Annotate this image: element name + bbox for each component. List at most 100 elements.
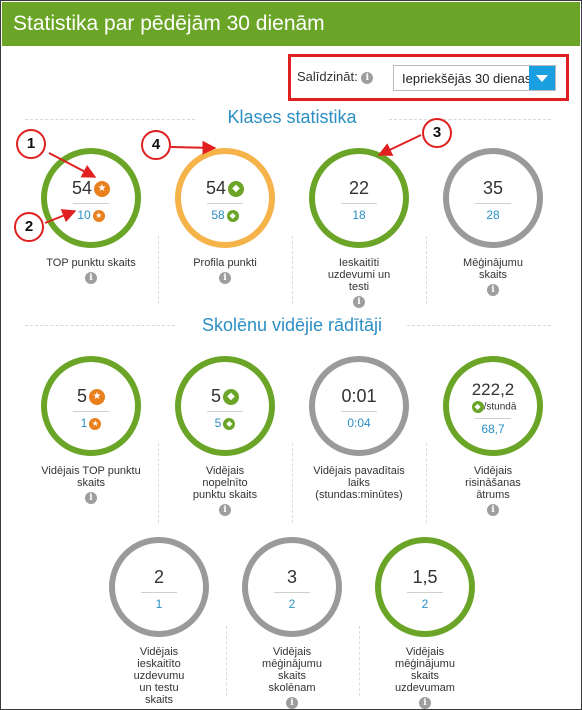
info-icon[interactable]: i — [219, 272, 231, 284]
divider — [407, 592, 443, 593]
divider — [389, 119, 551, 120]
stat-avg-solving-speed: 222,2 ◆/stundā 68,7 Vidējais risināšanas… — [433, 356, 553, 516]
gem-icon: ◆ — [223, 417, 236, 430]
stat-profile-points: 54 ◆ 58 ◆ Profila punkti i — [165, 148, 285, 284]
stat-value: 2 — [153, 567, 164, 587]
stat-unit: /stundā — [483, 401, 517, 413]
stat-compare-value: 10 — [77, 208, 91, 222]
stat-ring: 22 18 — [309, 148, 409, 248]
stat-ring: 2 1 — [109, 537, 209, 637]
stat-value: 1,5 — [412, 567, 438, 587]
compare-period-select[interactable]: Iepriekšējās 30 dienas — [393, 65, 556, 91]
stat-compare-value: 2 — [288, 597, 296, 611]
stat-label: Mēģinājumu skaits — [463, 257, 523, 281]
callout-4: 4 — [141, 130, 171, 160]
stat-avg-attempts-per-task: 1,5 2 Vidējais mēģinājumu skaits uzdevum… — [365, 537, 485, 709]
divider — [292, 236, 293, 304]
info-icon[interactable]: i — [419, 697, 431, 709]
gem-icon: ◆ — [223, 389, 239, 406]
stat-label: Profila punkti — [193, 257, 257, 269]
stat-compare-value: 68,7 — [481, 422, 505, 436]
stat-value: 5 — [210, 386, 221, 406]
stat-value: 5 — [76, 386, 87, 406]
divider — [426, 443, 427, 523]
stat-completed-tasks: 22 18 Ieskaitīti uzdevumi un testi i — [299, 148, 419, 308]
stat-compare-value: 0:04 — [347, 416, 371, 430]
info-icon[interactable]: i — [487, 284, 499, 296]
divider — [207, 411, 243, 412]
star-icon: ★ — [94, 181, 111, 198]
compare-period-value: Iepriekšējās 30 dienas — [402, 71, 532, 86]
stat-label: Vidējais pavadītais laiks (stundas:minūt… — [313, 465, 405, 501]
divider — [359, 626, 360, 696]
divider — [226, 626, 227, 696]
panel-header: Statistika par pēdējām 30 dienām — [2, 2, 580, 46]
chevron-down-icon[interactable] — [529, 66, 555, 90]
stat-label: Vidējais TOP punktu skaits — [41, 465, 141, 489]
stat-compare-value: 28 — [486, 208, 500, 222]
star-icon: ★ — [89, 417, 102, 430]
stat-attempts: 35 28 Mēģinājumu skaits i — [433, 148, 553, 296]
stat-compare-value: 1 — [80, 416, 88, 430]
student-stats-title: Skolēnu vidējie rādītāji — [201, 315, 383, 335]
stat-ring: 54 ★ 10 ★ — [41, 148, 141, 248]
info-icon[interactable]: i — [219, 504, 231, 516]
stat-ring: 0:01 0:04 — [309, 356, 409, 456]
stat-value: 35 — [482, 178, 504, 198]
stat-compare-value: 1 — [155, 597, 163, 611]
class-stats-title: Klases statistika — [227, 107, 357, 127]
compare-label-group: Salīdzināt: i — [297, 69, 374, 84]
stat-avg-earned-points: 5 ◆ 5 ◆ Vidējais nopelnīto punktu skaits i — [165, 356, 285, 516]
divider — [207, 203, 243, 204]
stat-ring: 5 ★ 1 ★ — [41, 356, 141, 456]
divider — [274, 592, 310, 593]
divider — [341, 411, 377, 412]
divider — [426, 236, 427, 304]
callout-1: 1 — [16, 129, 46, 159]
gem-icon: ◆ — [471, 401, 484, 413]
stat-compare-value: 2 — [421, 597, 429, 611]
divider — [25, 119, 195, 120]
star-icon: ★ — [92, 209, 105, 222]
stat-value: 0:01 — [341, 386, 377, 406]
stat-ring: 35 28 — [443, 148, 543, 248]
stat-label: Vidējais ieskaitīto uzdevumu un testu sk… — [133, 646, 185, 706]
divider — [158, 236, 159, 304]
stat-label: Ieskaitīti uzdevumi un testi — [327, 257, 391, 293]
stat-avg-completed-tasks: 2 1 Vidējais ieskaitīto uzdevumu un test… — [99, 537, 219, 709]
stat-avg-top-points: 5 ★ 1 ★ Vidējais TOP punktu skaits i — [31, 356, 151, 504]
info-icon[interactable]: i — [487, 504, 499, 516]
info-icon[interactable]: i — [85, 492, 97, 504]
info-icon[interactable]: i — [353, 296, 365, 308]
compare-control: Salīdzināt: i Iepriekšējās 30 dienas — [288, 54, 569, 101]
divider — [475, 203, 511, 204]
stat-compare-value: 5 — [214, 416, 222, 430]
gem-icon: ◆ — [228, 181, 245, 198]
callout-3: 3 — [422, 118, 452, 148]
gem-icon: ◆ — [226, 209, 239, 222]
stat-ring: 222,2 ◆/stundā 68,7 — [443, 356, 543, 456]
info-icon[interactable]: i — [85, 272, 97, 284]
stat-avg-time-spent: 0:01 0:04 Vidējais pavadītais laiks (stu… — [299, 356, 419, 501]
stat-label: TOP punktu skaits — [46, 257, 136, 269]
compare-label: Salīdzināt: — [297, 69, 358, 84]
statistics-panel: Statistika par pēdējām 30 dienām Salīdzi… — [0, 0, 582, 710]
info-icon[interactable]: i — [286, 697, 298, 709]
stat-ring: 3 2 — [242, 537, 342, 637]
divider — [292, 443, 293, 523]
stat-value: 3 — [286, 567, 297, 587]
divider — [158, 443, 159, 523]
stat-value: 22 — [348, 178, 370, 198]
info-icon[interactable]: i — [361, 71, 374, 84]
stat-value: 54 — [205, 178, 227, 198]
stat-label: Vidējais mēģinājumu skaits skolēnam — [262, 646, 322, 694]
stat-ring: 54 ◆ 58 ◆ — [175, 148, 275, 248]
stat-label: Vidējais mēģinājumu skaits uzdevumam — [395, 646, 455, 694]
divider — [73, 203, 109, 204]
stat-ring: 1,5 2 — [375, 537, 475, 637]
callout-2: 2 — [14, 212, 44, 242]
stat-value: 54 — [71, 178, 93, 198]
star-icon: ★ — [89, 389, 105, 406]
stat-compare-value: 18 — [352, 208, 366, 222]
stat-compare-value: 58 — [211, 208, 225, 222]
